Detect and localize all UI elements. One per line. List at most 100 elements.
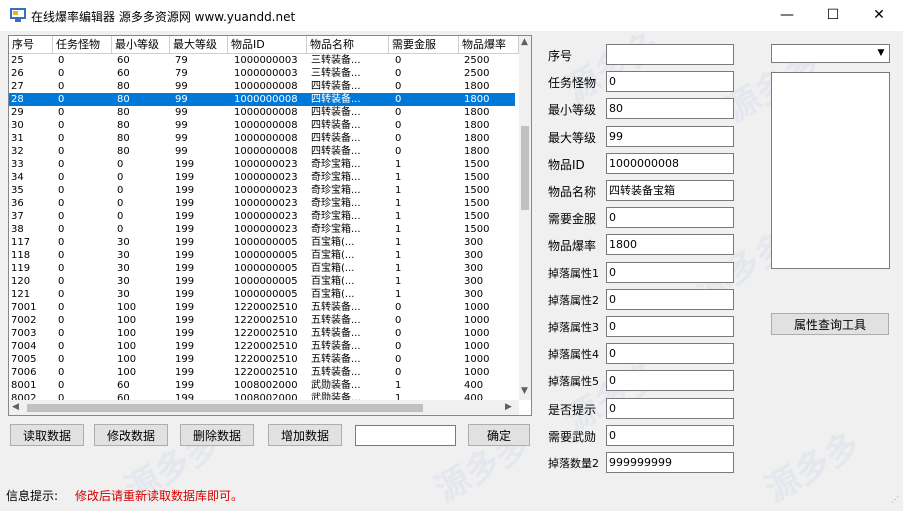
table-row[interactable]: 7004 0 100 199 1220002510 五转装备... 0 1000 bbox=[9, 340, 515, 353]
column-header[interactable]: 序号 bbox=[9, 36, 53, 54]
column-header[interactable]: 物品ID bbox=[228, 36, 307, 54]
table-cell: 199 bbox=[175, 159, 195, 170]
field-input[interactable]: 0 bbox=[606, 71, 734, 93]
table-cell: 199 bbox=[175, 315, 195, 326]
table-row[interactable]: 34 0 0 199 1000000023 奇珍宝箱... 1 1500 bbox=[9, 171, 515, 184]
column-header[interactable]: 任务怪物 bbox=[53, 36, 112, 54]
table-cell: 30 bbox=[117, 263, 130, 274]
table-cell: 1 bbox=[395, 211, 402, 222]
field-input[interactable]: 四转装备宝箱 bbox=[606, 180, 734, 201]
field-input[interactable]: 0 bbox=[606, 343, 734, 365]
field-input[interactable]: 80 bbox=[606, 98, 734, 120]
table-row[interactable]: 36 0 0 199 1000000023 奇珍宝箱... 1 1500 bbox=[9, 197, 515, 210]
table-cell: 199 bbox=[175, 276, 195, 287]
horizontal-scrollbar[interactable]: ◀ ▶ bbox=[9, 400, 519, 415]
scroll-right-icon[interactable]: ▶ bbox=[505, 402, 512, 412]
table-row[interactable]: 33 0 0 199 1000000023 奇珍宝箱... 1 1500 bbox=[9, 158, 515, 171]
horizontal-scroll-thumb[interactable] bbox=[27, 404, 423, 412]
scroll-up-icon[interactable]: ▲ bbox=[521, 37, 528, 47]
field-input[interactable]: 99 bbox=[606, 125, 734, 147]
table-cell: 60 bbox=[117, 380, 130, 391]
field-input[interactable]: 1800 bbox=[606, 234, 734, 256]
chevron-down-icon[interactable]: ▼ bbox=[873, 45, 889, 62]
attribute-listbox[interactable] bbox=[771, 72, 890, 269]
table-row[interactable]: 35 0 0 199 1000000023 奇珍宝箱... 1 1500 bbox=[9, 184, 515, 197]
column-header[interactable]: 物品名称 bbox=[307, 36, 389, 54]
table-row[interactable]: 25 0 60 79 1000000003 三转装备... 0 2500 bbox=[9, 54, 515, 67]
table-row[interactable]: 118 0 30 199 1000000005 百宝箱(... 1 300 bbox=[9, 249, 515, 262]
table-row[interactable]: 28 0 80 99 1000000008 四转装备... 0 1800 bbox=[9, 93, 515, 106]
field-input[interactable] bbox=[606, 44, 734, 65]
table-row[interactable]: 37 0 0 199 1000000023 奇珍宝箱... 1 1500 bbox=[9, 210, 515, 223]
grid-body[interactable]: 25 0 60 79 1000000003 三转装备... 0 2500 26 0 60 79 1000… bbox=[9, 54, 519, 400]
table-row[interactable]: 7002 0 100 199 1220002510 五转装备... 0 1000 bbox=[9, 314, 515, 327]
table-cell: 0 bbox=[58, 302, 65, 313]
column-header[interactable]: 需要金服 bbox=[389, 36, 459, 54]
resize-grip-icon[interactable]: ⋰ bbox=[891, 495, 901, 505]
column-header[interactable]: 最小等级 bbox=[112, 36, 170, 54]
table-row[interactable]: 29 0 80 99 1000000008 四转装备... 0 1800 bbox=[9, 106, 515, 119]
table-cell: 1220002510 bbox=[234, 328, 298, 339]
field-input[interactable]: 0 bbox=[606, 370, 734, 392]
field-input[interactable]: 999999999 bbox=[606, 452, 734, 473]
field-input[interactable]: 1000000008 bbox=[606, 152, 734, 174]
column-header[interactable]: 最大等级 bbox=[170, 36, 228, 54]
table-row[interactable]: 31 0 80 99 1000000008 四转装备... 0 1800 bbox=[9, 132, 515, 145]
table-cell: 119 bbox=[11, 263, 31, 274]
table-cell: 0 bbox=[395, 81, 402, 92]
attribute-query-tool-button[interactable]: 属性查询工具 bbox=[771, 313, 889, 335]
table-cell: 0 bbox=[58, 341, 65, 352]
table-row[interactable]: 27 0 80 99 1000000008 四转装备... 0 1800 bbox=[9, 80, 515, 93]
table-row[interactable]: 8001 0 60 199 1008002000 武勋装备... 1 400 bbox=[9, 379, 515, 392]
add-data-button[interactable]: 增加数据 bbox=[268, 424, 342, 446]
table-cell: 31 bbox=[11, 133, 24, 144]
table-row[interactable]: 30 0 80 99 1000000008 四转装备... 0 1800 bbox=[9, 119, 515, 132]
table-row[interactable]: 38 0 0 199 1000000023 奇珍宝箱... 1 1500 bbox=[9, 223, 515, 236]
field-input[interactable]: 0 bbox=[606, 261, 734, 283]
data-grid[interactable]: 序号 任务怪物 最小等级 最大等级 物品ID 物品名称 需要金服 物品爆率 25 0 60 79 10… bbox=[8, 35, 532, 416]
maximize-button[interactable]: ☐ bbox=[810, 0, 856, 31]
read-data-button[interactable]: 读取数据 bbox=[10, 424, 84, 446]
attribute-combo[interactable]: ▼ bbox=[771, 44, 890, 63]
vertical-scrollbar[interactable]: ▲ ▼ bbox=[519, 36, 531, 400]
table-row[interactable]: 119 0 30 199 1000000005 百宝箱(... 1 300 bbox=[9, 262, 515, 275]
delete-data-button[interactable]: 删除数据 bbox=[180, 424, 254, 446]
table-cell: 117 bbox=[11, 237, 31, 248]
search-input[interactable] bbox=[355, 425, 456, 446]
close-button[interactable]: ✕ bbox=[856, 0, 902, 31]
scroll-left-icon[interactable]: ◀ bbox=[12, 402, 19, 412]
modify-data-button[interactable]: 修改数据 bbox=[94, 424, 168, 446]
scroll-down-icon[interactable]: ▼ bbox=[521, 386, 528, 396]
field-label: 最大等级 bbox=[548, 130, 597, 145]
table-cell: 1 bbox=[395, 380, 402, 391]
field-input[interactable]: 0 bbox=[606, 424, 734, 446]
field-input[interactable]: 0 bbox=[606, 207, 734, 229]
table-cell: 80 bbox=[117, 94, 130, 105]
table-cell: 7003 bbox=[11, 328, 37, 339]
table-row[interactable]: 32 0 80 99 1000000008 四转装备... 0 1800 bbox=[9, 145, 515, 158]
table-cell: 38 bbox=[11, 224, 24, 235]
field-input[interactable]: 0 bbox=[606, 288, 734, 310]
confirm-button[interactable]: 确定 bbox=[468, 424, 530, 446]
table-cell: 1000 bbox=[464, 367, 490, 378]
field-input[interactable]: 0 bbox=[606, 397, 734, 419]
field-label: 需要武勋 bbox=[548, 429, 597, 444]
vertical-scroll-thumb[interactable] bbox=[521, 126, 529, 210]
table-row[interactable]: 117 0 30 199 1000000005 百宝箱(... 1 300 bbox=[9, 236, 515, 249]
table-row[interactable]: 7001 0 100 199 1220002510 五转装备... 0 1000 bbox=[9, 301, 515, 314]
table-row[interactable]: 121 0 30 199 1000000005 百宝箱(... 1 300 bbox=[9, 288, 515, 301]
table-cell: 四转装备... bbox=[311, 81, 361, 92]
table-cell: 1800 bbox=[464, 133, 490, 144]
table-row[interactable]: 8002 0 60 199 1008002000 武勋装备... 1 400 bbox=[9, 392, 515, 400]
field-input[interactable]: 0 bbox=[606, 316, 734, 337]
table-cell: 2500 bbox=[464, 68, 490, 79]
table-row[interactable]: 120 0 30 199 1000000005 百宝箱(... 1 300 bbox=[9, 275, 515, 288]
table-row[interactable]: 26 0 60 79 1000000003 三转装备... 0 2500 bbox=[9, 67, 515, 80]
column-header[interactable]: 物品爆率 bbox=[459, 36, 519, 54]
minimize-button[interactable]: — bbox=[764, 0, 810, 31]
table-row[interactable]: 7003 0 100 199 1220002510 五转装备... 0 1000 bbox=[9, 327, 515, 340]
table-row[interactable]: 7006 0 100 199 1220002510 五转装备... 0 1000 bbox=[9, 366, 515, 379]
table-cell: 五转装备... bbox=[311, 328, 361, 339]
table-row[interactable]: 7005 0 100 199 1220002510 五转装备... 0 1000 bbox=[9, 353, 515, 366]
table-cell: 1500 bbox=[464, 159, 490, 170]
